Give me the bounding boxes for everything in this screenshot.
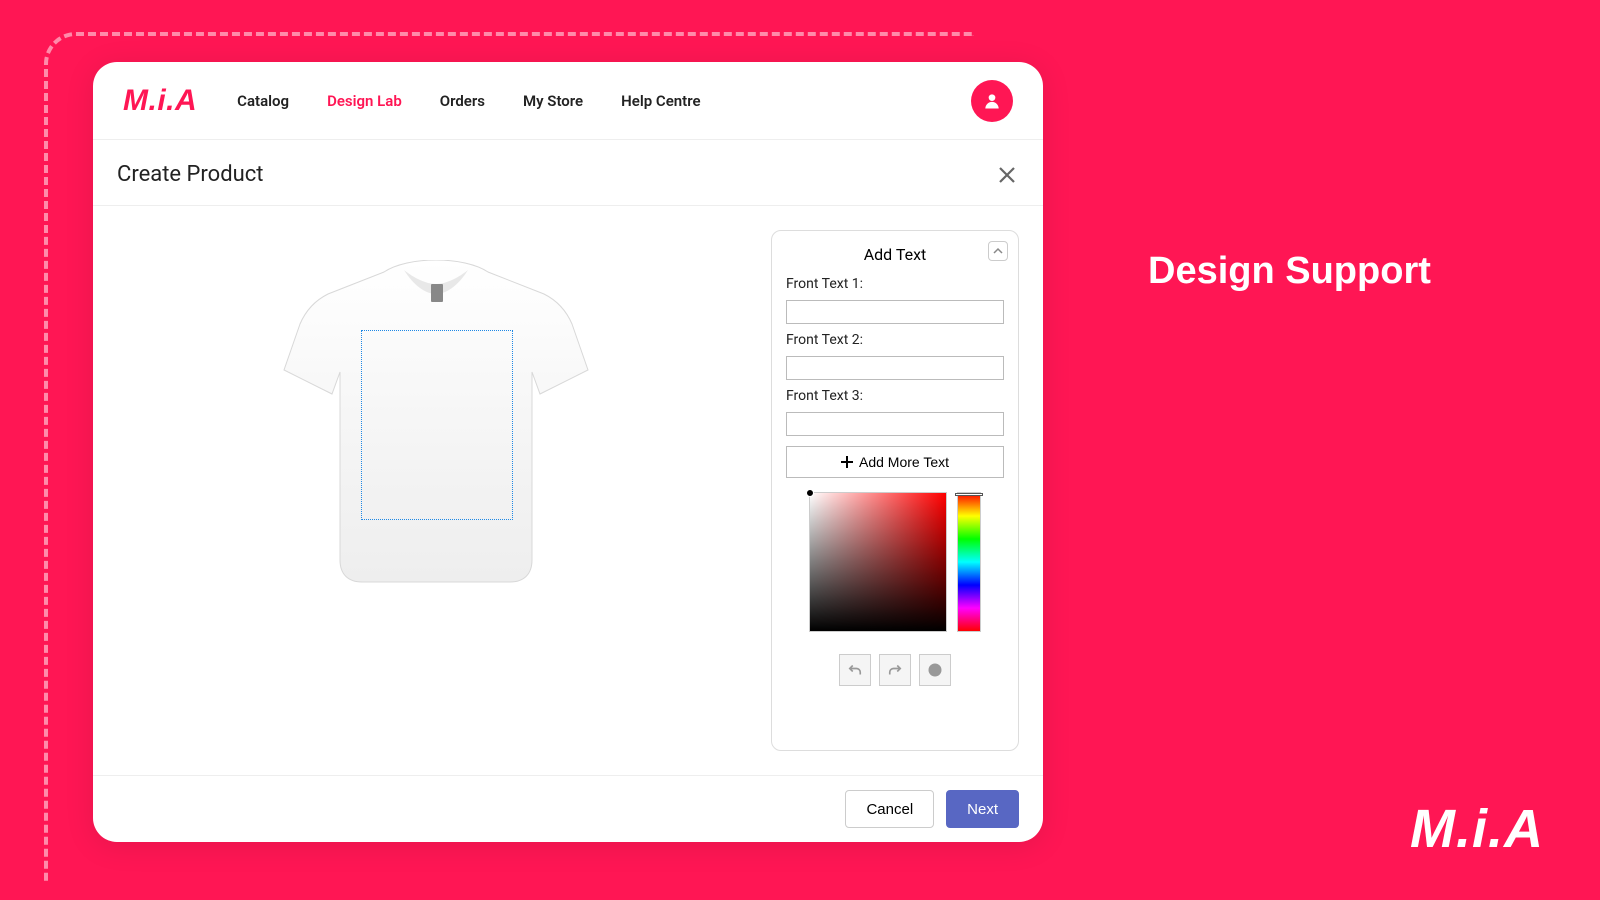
tshirt-preview[interactable] [276, 260, 596, 590]
promo-brand-logo: M.i.A [1410, 798, 1544, 860]
close-icon[interactable] [995, 163, 1019, 187]
brand-logo: M.i.A [123, 84, 197, 118]
topbar: M.i.A Catalog Design Lab Orders My Store… [93, 62, 1043, 140]
main-nav: Catalog Design Lab Orders My Store Help … [237, 92, 700, 110]
text-panel: Add Text Front Text 1: Front Text 2: Fro… [771, 230, 1019, 751]
hue-slider[interactable] [957, 492, 981, 632]
page-header: Create Product [93, 140, 1043, 206]
saturation-value-area[interactable] [809, 492, 947, 632]
chevron-up-icon [993, 246, 1003, 256]
page-title: Create Product [117, 162, 263, 187]
nav-help-centre[interactable]: Help Centre [621, 92, 700, 110]
undo-button[interactable] [839, 654, 871, 686]
redo-button[interactable] [879, 654, 911, 686]
footer: Cancel Next [93, 775, 1043, 842]
panel-collapse-button[interactable] [988, 241, 1008, 261]
front-text-2-label: Front Text 2: [786, 332, 1004, 348]
front-text-3-input[interactable] [786, 412, 1004, 436]
front-text-3-label: Front Text 3: [786, 388, 1004, 404]
circle-icon [927, 662, 943, 678]
nav-design-lab[interactable]: Design Lab [327, 92, 402, 110]
workspace: Add Text Front Text 1: Front Text 2: Fro… [93, 206, 1043, 775]
redo-icon [886, 661, 904, 679]
panel-title: Add Text [786, 245, 1004, 264]
fill-color-button[interactable] [919, 654, 951, 686]
color-picker [786, 492, 1004, 632]
sv-handle[interactable] [806, 489, 814, 497]
nav-orders[interactable]: Orders [440, 92, 485, 110]
add-more-text-button[interactable]: Add More Text [786, 446, 1004, 478]
tool-row [786, 654, 1004, 686]
app-window: M.i.A Catalog Design Lab Orders My Store… [93, 62, 1043, 842]
print-area[interactable] [361, 330, 513, 520]
front-text-1-input[interactable] [786, 300, 1004, 324]
user-icon [982, 91, 1002, 111]
next-button[interactable]: Next [946, 790, 1019, 828]
cancel-button[interactable]: Cancel [845, 790, 934, 828]
canvas-area [117, 230, 755, 751]
front-text-2-input[interactable] [786, 356, 1004, 380]
undo-icon [846, 661, 864, 679]
front-text-1-label: Front Text 1: [786, 276, 1004, 292]
nav-catalog[interactable]: Catalog [237, 92, 289, 110]
add-more-text-label: Add More Text [859, 454, 949, 470]
promo-pane: Design Support M.i.A [1043, 0, 1600, 900]
avatar[interactable] [971, 80, 1013, 122]
nav-my-store[interactable]: My Store [523, 92, 583, 110]
plus-icon [841, 456, 853, 468]
hue-handle[interactable] [955, 493, 983, 496]
promo-heading: Design Support [1148, 250, 1600, 293]
